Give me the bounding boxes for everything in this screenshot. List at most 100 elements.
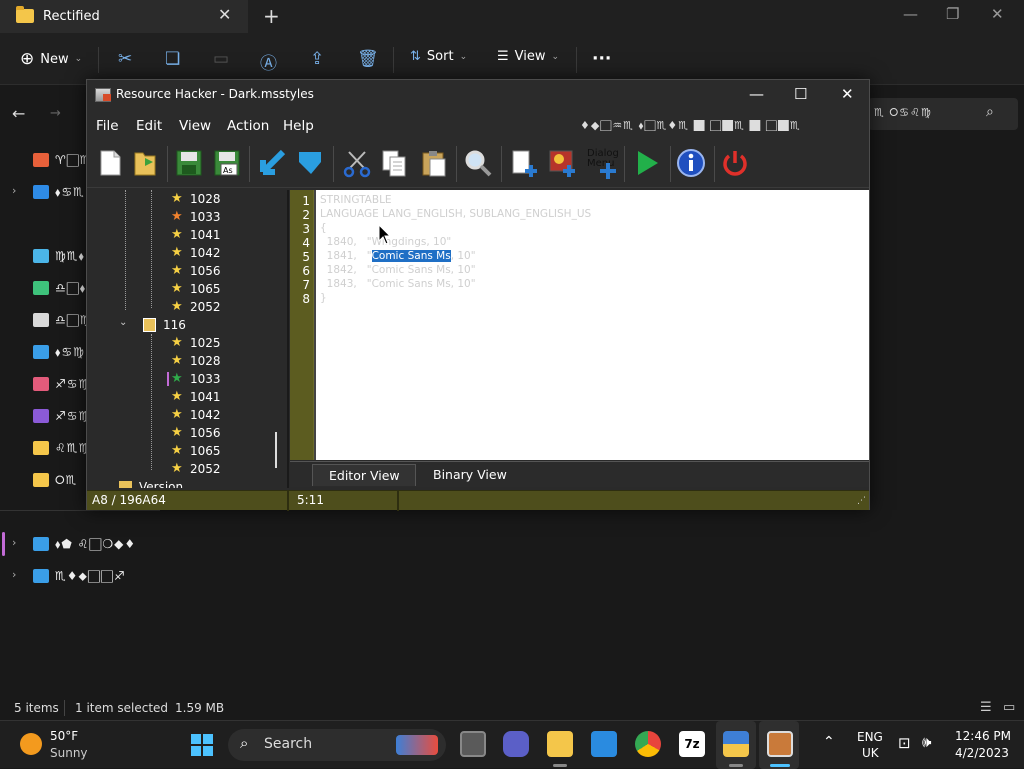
chevron-right-icon[interactable]: ›	[12, 184, 16, 197]
sort-button[interactable]: ⇅ Sort ⌄	[410, 49, 467, 64]
move-left-icon[interactable]	[257, 148, 287, 178]
more-options-icon[interactable]: ···	[592, 49, 611, 69]
sidebar-item-label: ⭘︎♏︎	[55, 473, 78, 487]
details-view-icon[interactable]: ☰	[980, 700, 992, 715]
sidebar-item[interactable]: › ⬧︎⬟︎ ♌︎⬜︎❍︎◆︎♦︎	[0, 530, 160, 560]
weather-desc[interactable]: Sunny	[50, 746, 88, 760]
tree-item-label: Version Info	[139, 480, 184, 488]
uac-shield-icon[interactable]	[723, 731, 749, 757]
tree-item-label: 2052	[190, 300, 221, 314]
delete-icon[interactable]: 🗑	[357, 49, 379, 69]
copy-icon[interactable]	[379, 148, 409, 178]
resize-grip-icon[interactable]: ⋰	[857, 496, 866, 506]
tree-item-label: 1041	[190, 228, 221, 242]
add-image-icon[interactable]	[547, 148, 577, 178]
minimize-icon[interactable]: —	[749, 85, 764, 103]
add-resource-icon[interactable]	[509, 148, 539, 178]
file-explorer-icon[interactable]	[547, 731, 573, 757]
share-icon[interactable]: ⇪	[310, 49, 324, 69]
clock-time[interactable]: 12:46 PM	[955, 729, 1011, 743]
tree-item-label: 1028	[190, 192, 221, 206]
power-exit-icon[interactable]	[720, 148, 750, 178]
new-button[interactable]: ⊕ New ⌄	[20, 49, 82, 69]
line-number: 4	[302, 236, 310, 250]
task-view-icon[interactable]	[460, 731, 486, 757]
search-icon[interactable]	[463, 148, 493, 178]
line-number: 6	[302, 264, 310, 278]
rename-icon[interactable]: Ⓐ	[260, 49, 277, 74]
resource-tree[interactable]: ★ 1028 ★ 1033 ★ 1041 ★ 1042 ★ 1056 ★ 1065 ★ 2052 ⌄ 116 ★…	[87, 190, 287, 488]
taskbar-search-box[interactable]: ⌕ Search	[228, 729, 446, 761]
editor-text-area[interactable]: STRINGTABLE LANGUAGE LANG_ENGLISH, SUBLAN…	[314, 190, 869, 460]
restore-icon[interactable]: ❐	[946, 5, 959, 23]
menu-action[interactable]: Action	[227, 118, 269, 134]
sidebar-item[interactable]: › ♏︎♦︎⬥︎⬜︎⬜︎♐︎	[0, 562, 160, 592]
search-box[interactable]: ♏︎ ⭘︎♋︎♌︎♍︎ ⌕	[868, 98, 1018, 130]
tab-binary-view[interactable]: Binary View	[433, 467, 507, 482]
weather-temp[interactable]: 50°F	[50, 729, 78, 743]
tiles-view-icon[interactable]: ▭	[1003, 700, 1015, 715]
cut-icon[interactable]: ✂	[118, 49, 132, 69]
sidebar-item-label: ♍︎♏︎⬧︎	[55, 249, 85, 263]
save-icon[interactable]	[174, 148, 204, 178]
chevron-down-icon[interactable]: ⌄	[119, 317, 127, 328]
search-icon[interactable]: ⌕	[986, 104, 994, 120]
info-icon[interactable]	[676, 148, 706, 178]
teams-chat-icon[interactable]	[503, 731, 529, 757]
star-icon: ★	[171, 281, 183, 296]
view-label: View	[514, 49, 546, 64]
cut-icon[interactable]	[342, 148, 372, 178]
svg-text:As: As	[223, 166, 233, 175]
offset-status: A8 / 196A64	[92, 493, 166, 507]
add-dialog-menu-icon[interactable]: Dialog Menu	[585, 148, 619, 179]
volume-icon[interactable]: 🕪	[922, 733, 931, 751]
script-editor[interactable]: 12345678 STRINGTABLE LANGUAGE LANG_ENGLIS…	[290, 190, 869, 460]
selected-text[interactable]: Comic Sans Ms	[371, 250, 451, 262]
line-number-gutter: 12345678	[290, 190, 313, 460]
menu-help[interactable]: Help	[283, 118, 314, 134]
close-tab-icon[interactable]: ✕	[218, 5, 231, 24]
view-button[interactable]: ☰ View ⌄	[497, 49, 559, 64]
clock-date[interactable]: 4/2/2023	[955, 746, 1009, 760]
explorer-tab[interactable]: Rectified ✕	[0, 0, 248, 33]
menu-view[interactable]: View	[179, 118, 211, 134]
sun-weather-icon[interactable]	[20, 733, 42, 755]
close-window-icon[interactable]: ✕	[841, 85, 854, 103]
paste-icon[interactable]	[419, 148, 449, 178]
code-line: 1842, "Comic Sans Ms, 10"	[320, 264, 476, 276]
7zip-icon[interactable]: 7z	[679, 731, 705, 757]
menu-edit[interactable]: Edit	[136, 118, 162, 134]
tree-item-label: 1065	[190, 444, 221, 458]
sidebar-item-icon	[33, 377, 49, 391]
windows-start-icon[interactable]	[191, 734, 213, 756]
network-icon[interactable]: ⊡	[898, 734, 911, 752]
minimize-icon[interactable]: —	[903, 5, 918, 23]
close-window-icon[interactable]: ✕	[991, 5, 1004, 23]
language-top[interactable]: ENG	[857, 730, 883, 744]
new-tab-button[interactable]: +	[263, 4, 280, 28]
cursor-position: 5:11	[297, 493, 324, 507]
tab-editor-view[interactable]: Editor View	[312, 464, 416, 486]
chevron-right-icon[interactable]: ›	[12, 568, 16, 581]
new-file-icon[interactable]	[95, 148, 125, 178]
maximize-icon[interactable]: ☐	[794, 85, 807, 103]
chevron-right-icon[interactable]: ›	[12, 536, 16, 549]
run-script-icon[interactable]	[632, 148, 662, 178]
star-icon: ★	[171, 371, 183, 386]
back-arrow-icon[interactable]: ←	[12, 104, 25, 123]
menu-file[interactable]: File	[96, 118, 119, 134]
forward-arrow-icon[interactable]: →	[50, 106, 61, 121]
chrome-icon[interactable]	[635, 731, 661, 757]
copy-icon[interactable]: ❏	[165, 49, 180, 69]
paste-icon[interactable]: ▭	[213, 49, 229, 69]
bookmark-icon[interactable]	[295, 148, 325, 178]
open-file-icon[interactable]	[131, 148, 161, 178]
pane-splitter[interactable]	[287, 190, 289, 488]
chevron-up-icon[interactable]: ⌃	[823, 734, 835, 750]
tree-item-label: 1025	[190, 336, 221, 350]
microsoft-store-icon[interactable]	[591, 731, 617, 757]
tree-scrollbar-thumb[interactable]	[275, 432, 277, 468]
language-bottom[interactable]: UK	[862, 746, 879, 760]
resource-hacker-taskbar-icon[interactable]	[767, 731, 793, 757]
save-as-icon[interactable]: As	[212, 148, 242, 178]
